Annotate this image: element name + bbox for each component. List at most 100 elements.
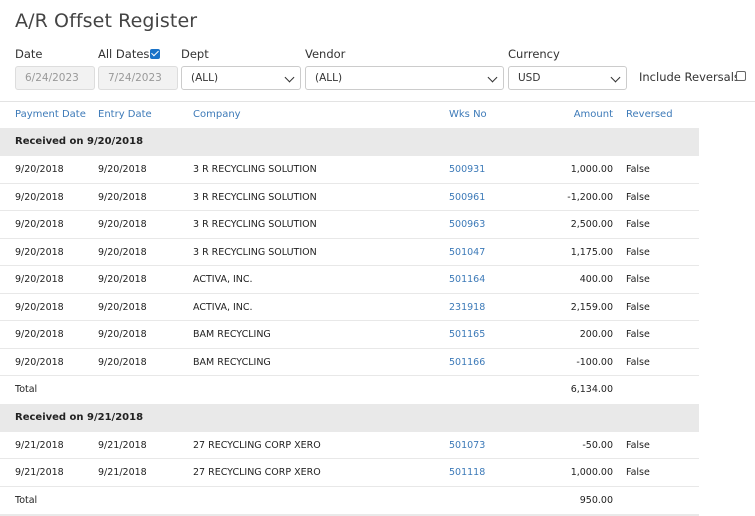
table-row: 9/20/2018 9/20/2018 3 R RECYCLING SOLUTION… — [0, 184, 699, 211]
payment-date-cell: 9/21/2018 — [15, 467, 64, 478]
vendor-value: (ALL) — [315, 72, 343, 84]
amount-cell: 1,175.00 — [570, 246, 613, 258]
entry-date-cell: 9/20/2018 — [98, 219, 147, 230]
column-header-wks-no[interactable]: Wks No — [449, 109, 487, 120]
all-dates-label: All Dates — [98, 47, 150, 61]
amount-cell: -100.00 — [576, 356, 613, 368]
wks-no-link[interactable]: 501118 — [449, 467, 485, 478]
date-from-input[interactable]: 6/24/2023 — [15, 66, 95, 90]
payment-date-cell: 9/20/2018 — [15, 164, 64, 175]
entry-date-cell: 9/21/2018 — [98, 467, 147, 478]
page-title: A/R Offset Register — [15, 10, 198, 32]
dept-label: Dept — [181, 47, 209, 61]
entry-date-cell: 9/20/2018 — [98, 246, 147, 258]
reversed-cell: False — [626, 246, 650, 258]
all-dates-checkbox[interactable] — [150, 49, 160, 59]
wks-no-link[interactable]: 500963 — [449, 219, 485, 230]
entry-date-cell: 9/20/2018 — [98, 164, 147, 175]
company-cell: ACTIVA, INC. — [193, 301, 253, 313]
include-reversals-label: Include Reversals — [639, 70, 740, 84]
currency-select[interactable]: USD — [508, 66, 627, 90]
total-amount: 6,134.00 — [570, 384, 613, 395]
payment-date-cell: 9/20/2018 — [15, 246, 64, 258]
vendor-label: Vendor — [305, 47, 346, 61]
chevron-down-icon — [610, 72, 621, 83]
company-cell: 3 R RECYCLING SOLUTION — [193, 191, 317, 203]
table-row: 9/20/2018 9/20/2018 ACTIVA, INC. 231918 2,15… — [0, 294, 699, 321]
amount-cell: 400.00 — [579, 274, 613, 285]
column-header-amount[interactable]: Amount — [574, 109, 613, 120]
payment-date-cell: 9/20/2018 — [15, 219, 64, 230]
chevron-down-icon — [487, 72, 498, 83]
reversed-cell: False — [626, 219, 650, 230]
entry-date-cell: 9/20/2018 — [98, 356, 147, 368]
date-to-input[interactable]: 7/24/2023 — [98, 66, 178, 90]
total-label: Total — [15, 494, 38, 506]
wks-no-link[interactable]: 500961 — [449, 192, 485, 203]
company-cell: BAM RECYCLING — [193, 356, 271, 368]
reversed-cell: False — [626, 439, 650, 451]
table-row: 9/21/2018 9/21/2018 27 RECYCLING CORP XERO… — [0, 432, 699, 459]
wks-no-link[interactable]: 500931 — [449, 164, 485, 175]
date-label: Date — [15, 47, 43, 61]
chevron-down-icon — [284, 72, 295, 83]
register-table: Payment Date Entry Date Company Wks No A… — [0, 101, 699, 516]
table-row: 9/20/2018 9/20/2018 BAM RECYCLING 501165 200… — [0, 321, 699, 349]
payment-date-cell: 9/20/2018 — [15, 329, 64, 340]
reversed-cell: False — [626, 356, 650, 368]
table-row: 9/20/2018 9/20/2018 BAM RECYCLING 501166 -10… — [0, 349, 699, 376]
reversed-cell: False — [626, 191, 650, 203]
column-header-payment-date[interactable]: Payment Date — [15, 109, 86, 120]
dept-select[interactable]: (ALL) — [181, 66, 301, 90]
wks-no-link[interactable]: 501047 — [449, 247, 485, 258]
divider — [699, 101, 755, 102]
payment-date-cell: 9/21/2018 — [15, 439, 64, 451]
amount-cell: -1,200.00 — [567, 191, 613, 203]
wks-no-link[interactable]: 501164 — [449, 274, 485, 285]
table-header: Payment Date Entry Date Company Wks No A… — [0, 101, 699, 128]
group-header: Received on 9/20/2018 — [0, 128, 699, 156]
group-header-label: Received on 9/21/2018 — [15, 411, 144, 423]
payment-date-cell: 9/20/2018 — [15, 191, 64, 203]
wks-no-link[interactable]: 501073 — [449, 440, 485, 451]
amount-cell: 1,000.00 — [570, 467, 613, 478]
total-row: Total 6,134.00 — [0, 376, 699, 404]
vendor-select[interactable]: (ALL) — [305, 66, 504, 90]
amount-cell: 2,500.00 — [570, 219, 613, 230]
reversed-cell: False — [626, 467, 650, 478]
amount-cell: -50.00 — [582, 439, 613, 451]
payment-date-cell: 9/20/2018 — [15, 301, 64, 313]
company-cell: BAM RECYCLING — [193, 329, 271, 340]
entry-date-cell: 9/20/2018 — [98, 274, 147, 285]
wks-no-link[interactable]: 501166 — [449, 357, 485, 368]
wks-no-link[interactable]: 231918 — [449, 302, 485, 313]
entry-date-cell: 9/21/2018 — [98, 439, 147, 451]
amount-cell: 200.00 — [579, 329, 613, 340]
company-cell: ACTIVA, INC. — [193, 274, 253, 285]
reversed-cell: False — [626, 274, 650, 285]
table-row: 9/20/2018 9/20/2018 3 R RECYCLING SOLUTION… — [0, 156, 699, 184]
column-header-entry-date[interactable]: Entry Date — [98, 109, 152, 120]
entry-date-cell: 9/20/2018 — [98, 191, 147, 203]
amount-cell: 2,159.00 — [570, 301, 613, 313]
column-header-reversed[interactable]: Reversed — [626, 109, 673, 120]
table-row: 9/21/2018 9/21/2018 27 RECYCLING CORP XERO… — [0, 459, 699, 487]
wks-no-link[interactable]: 501165 — [449, 329, 485, 340]
currency-label: Currency — [508, 47, 560, 61]
table-row: 9/20/2018 9/20/2018 ACTIVA, INC. 501164 400.… — [0, 266, 699, 294]
payment-date-cell: 9/20/2018 — [15, 356, 64, 368]
date-from-value: 6/24/2023 — [25, 72, 79, 84]
group-header-label: Received on 9/20/2018 — [15, 136, 144, 147]
include-reversals-checkbox[interactable] — [736, 71, 746, 81]
company-cell: 3 R RECYCLING SOLUTION — [193, 246, 317, 258]
currency-value: USD — [518, 72, 541, 84]
payment-date-cell: 9/20/2018 — [15, 274, 64, 285]
column-header-company[interactable]: Company — [193, 109, 241, 120]
entry-date-cell: 9/20/2018 — [98, 329, 147, 340]
table-row: 9/20/2018 9/20/2018 3 R RECYCLING SOLUTION… — [0, 211, 699, 239]
entry-date-cell: 9/20/2018 — [98, 301, 147, 313]
total-label: Total — [15, 384, 38, 395]
reversed-cell: False — [626, 164, 650, 175]
date-to-value: 7/24/2023 — [108, 72, 162, 84]
company-cell: 27 RECYCLING CORP XERO — [193, 439, 321, 451]
